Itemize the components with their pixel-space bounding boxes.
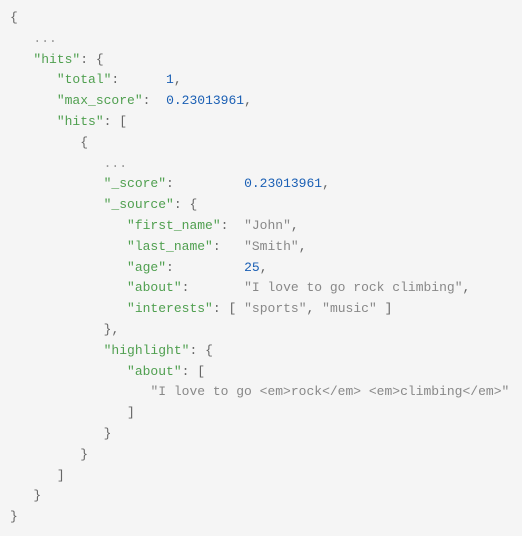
json-code-block: { ... "hits": { "total": 1, "max_score":…	[0, 0, 522, 536]
key-about: "about"	[127, 280, 182, 295]
bracket-close: ]	[57, 468, 65, 483]
brace-close: }	[80, 447, 88, 462]
key-score: "_score"	[104, 176, 166, 191]
colon: :	[166, 176, 174, 191]
brace-open: {	[205, 343, 213, 358]
key-max-score: "max_score"	[57, 93, 143, 108]
colon: :	[213, 239, 221, 254]
colon: :	[182, 280, 190, 295]
key-hits: "hits"	[33, 52, 80, 67]
value-about: "I love to go rock climbing"	[244, 280, 462, 295]
brace-open: {	[10, 10, 18, 25]
key-source: "_source"	[104, 197, 174, 212]
value-max-score: 0.23013961	[166, 93, 244, 108]
bracket-open: [	[119, 114, 127, 129]
comma: ,	[463, 280, 471, 295]
colon: :	[166, 260, 174, 275]
value-last-name: "Smith"	[244, 239, 299, 254]
colon: :	[213, 301, 221, 316]
value-interest-1: "music"	[322, 301, 377, 316]
value-first-name: "John"	[244, 218, 291, 233]
colon: :	[182, 364, 190, 379]
comma: ,	[244, 93, 252, 108]
colon: :	[189, 343, 197, 358]
brace-close: }	[10, 509, 18, 524]
key-first-name: "first_name"	[127, 218, 221, 233]
key-interests: "interests"	[127, 301, 213, 316]
comma: ,	[299, 239, 307, 254]
key-highlight: "highlight"	[104, 343, 190, 358]
brace-open: {	[96, 52, 104, 67]
bracket-open: [	[228, 301, 236, 316]
comma: ,	[322, 176, 330, 191]
brace-open: {	[80, 135, 88, 150]
ellipsis: ...	[33, 31, 56, 46]
ellipsis: ...	[104, 156, 127, 171]
colon: :	[104, 114, 112, 129]
brace-close: }	[104, 426, 112, 441]
key-last-name: "last_name"	[127, 239, 213, 254]
comma: ,	[307, 301, 315, 316]
value-score: 0.23013961	[244, 176, 322, 191]
value-highlight-about-0: "I love to go <em>rock</em> <em>climbing…	[150, 384, 509, 399]
colon: :	[80, 52, 88, 67]
brace-close: }	[33, 488, 41, 503]
bracket-close: ]	[127, 405, 135, 420]
comma: ,	[291, 218, 299, 233]
value-interest-0: "sports"	[244, 301, 306, 316]
comma: ,	[174, 72, 182, 87]
value-age: 25	[244, 260, 260, 275]
colon: :	[174, 197, 182, 212]
comma: ,	[111, 322, 119, 337]
key-total: "total"	[57, 72, 112, 87]
brace-open: {	[189, 197, 197, 212]
key-age: "age"	[127, 260, 166, 275]
bracket-open: [	[197, 364, 205, 379]
bracket-close: ]	[385, 301, 393, 316]
comma: ,	[260, 260, 268, 275]
colon: :	[111, 72, 119, 87]
key-hits: "hits"	[57, 114, 104, 129]
key-about: "about"	[127, 364, 182, 379]
colon: :	[143, 93, 151, 108]
value-total: 1	[166, 72, 174, 87]
colon: :	[221, 218, 229, 233]
